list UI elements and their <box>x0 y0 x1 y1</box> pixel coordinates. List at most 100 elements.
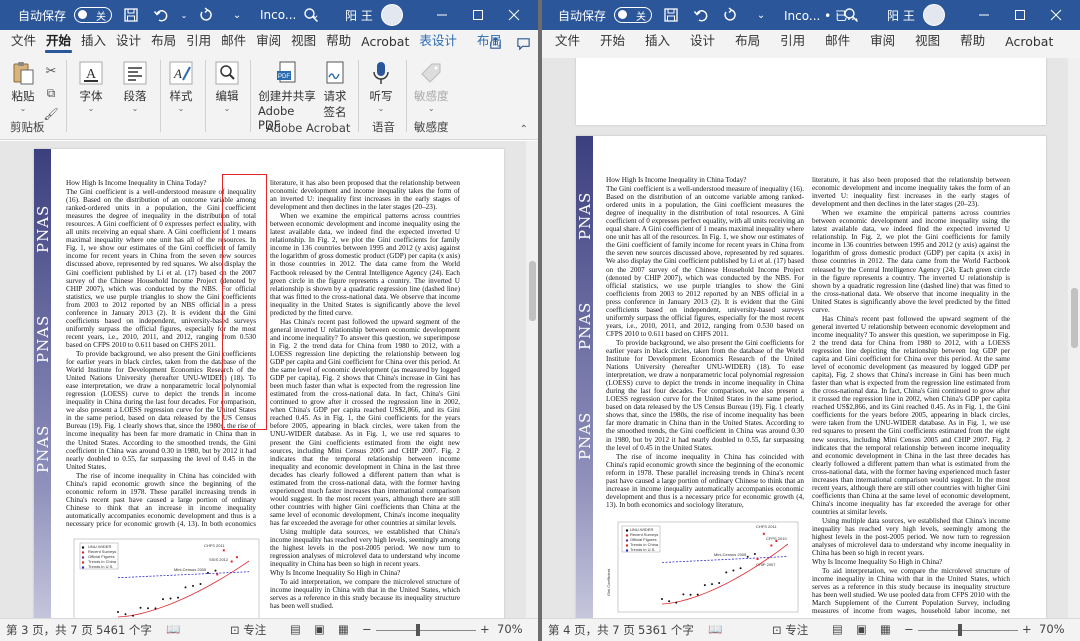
tab-home[interactable]: 开始 <box>41 30 76 54</box>
find-icon <box>212 58 242 88</box>
tab-references[interactable]: 引用 <box>181 30 216 54</box>
tab-insert[interactable]: 插入 <box>76 30 111 54</box>
tab-mailings[interactable]: 邮件 <box>820 30 855 54</box>
minimize-icon[interactable] <box>966 0 1002 30</box>
request-signature-button[interactable]: 请求 签名 <box>320 58 350 120</box>
save-icon[interactable] <box>120 4 142 26</box>
avatar[interactable] <box>922 4 945 26</box>
sensitivity-button[interactable]: 敏感度 ⌄ <box>414 58 449 113</box>
tab-layout[interactable]: 布局 <box>146 30 181 54</box>
save-icon[interactable] <box>660 4 682 26</box>
tab-review[interactable]: 审阅 <box>865 30 900 54</box>
word-count[interactable]: 5461 个字 <box>96 622 152 638</box>
tab-design[interactable]: 设计 <box>685 30 720 54</box>
autosave-toggle[interactable]: 关 <box>74 7 113 23</box>
cut-icon[interactable]: ✂ <box>40 60 62 82</box>
paragraph-button[interactable]: 段落 ⌄ <box>120 58 150 113</box>
copy-icon[interactable]: ⧉ <box>40 82 62 104</box>
close-icon[interactable] <box>496 0 532 30</box>
document-title[interactable]: Inco... <box>260 8 296 22</box>
tab-mailings[interactable]: 邮件 <box>216 30 251 54</box>
tab-design[interactable]: 设计 <box>111 30 146 54</box>
minimize-icon[interactable] <box>424 0 460 30</box>
styles-icon: A <box>166 58 196 88</box>
zoom-out-button[interactable]: − <box>904 622 914 636</box>
tab-file[interactable]: 文件 <box>6 30 41 54</box>
tab-insert[interactable]: 插入 <box>640 30 675 54</box>
focus-mode-button[interactable]: ⊡ 专注 <box>772 622 808 638</box>
us-trend-line <box>117 571 250 579</box>
editing-button[interactable]: 编辑 ⌄ <box>212 58 242 113</box>
tab-references[interactable]: 引用 <box>775 30 810 54</box>
maximize-icon[interactable] <box>1002 0 1038 30</box>
search-icon[interactable] <box>840 4 862 26</box>
zoom-slider[interactable] <box>376 630 476 631</box>
font-button[interactable]: A 字体 ⌄ <box>76 58 106 113</box>
vertical-scrollbar[interactable] <box>1068 58 1080 618</box>
web-layout-icon[interactable]: ▦ <box>880 622 891 636</box>
legend-swatch <box>81 561 85 564</box>
tab-help[interactable]: 帮助 <box>321 30 356 54</box>
close-icon[interactable] <box>1038 0 1074 30</box>
zoom-in-button[interactable]: + <box>1022 622 1032 636</box>
wider-point <box>711 583 713 586</box>
tab-layout[interactable]: 布局 <box>730 30 765 54</box>
zoom-level[interactable]: 70% <box>497 622 523 636</box>
right-column: literature, it has also been proposed th… <box>270 179 460 611</box>
read-mode-icon[interactable]: ▤ <box>832 622 843 636</box>
share-icon[interactable] <box>486 34 504 52</box>
group-label-acrobat: Adobe Acrobat <box>266 121 351 135</box>
zoom-level[interactable]: 70% <box>1039 622 1065 636</box>
avatar[interactable] <box>380 4 403 26</box>
zoom-out-button[interactable]: − <box>362 622 372 636</box>
undo-dropdown-icon[interactable]: ⌄ <box>180 4 188 26</box>
svg-text:A: A <box>86 67 97 82</box>
status-bar: 第 3 页，共 7 页 5461 个字 📖 ⊡ 专注 ▤ ▣ ▦ − + 70% <box>0 618 538 641</box>
paste-button[interactable]: 粘贴 ⌄ <box>8 58 38 113</box>
read-mode-icon[interactable]: ▤ <box>290 622 301 636</box>
autosave-label: 自动保存 <box>558 8 607 23</box>
undo-icon[interactable] <box>690 4 712 26</box>
tab-view[interactable]: 视图 <box>910 30 945 54</box>
focus-mode-button[interactable]: ⊡ 专注 <box>230 622 266 638</box>
zoom-slider-thumb[interactable] <box>416 624 420 636</box>
print-layout-icon[interactable]: ▣ <box>856 622 867 636</box>
web-layout-icon[interactable]: ▦ <box>338 622 349 636</box>
styles-button[interactable]: A 样式 ⌄ <box>166 58 196 113</box>
proofing-icon[interactable]: 📖 <box>166 622 180 636</box>
tab-table-design[interactable]: 表设计 <box>414 30 462 54</box>
zoom-in-button[interactable]: + <box>480 622 490 636</box>
tab-view[interactable]: 视图 <box>286 30 321 54</box>
redo-icon[interactable] <box>196 4 218 26</box>
tab-home[interactable]: 开始 <box>595 30 630 54</box>
customize-toolbar-icon[interactable]: ⌄ <box>226 4 248 26</box>
collapse-ribbon-icon[interactable]: ⌃ <box>520 124 528 135</box>
comments-icon[interactable] <box>514 34 532 52</box>
undo-icon[interactable] <box>150 4 172 26</box>
tab-help[interactable]: 帮助 <box>955 30 990 54</box>
wider-point <box>184 586 187 589</box>
legend-swatch <box>81 546 85 549</box>
customize-toolbar-icon[interactable]: ⌄ <box>750 4 772 26</box>
dictate-button[interactable]: 听写 ⌄ <box>366 58 396 113</box>
page-count[interactable]: 第 3 页，共 7 页 <box>6 622 93 638</box>
tab-acrobat[interactable]: Acrobat <box>1000 30 1058 54</box>
search-icon[interactable] <box>300 4 322 26</box>
zoom-slider-thumb[interactable] <box>958 624 962 636</box>
chart-svg: UNU-WIDER Recent Surveys Official Figure… <box>606 521 799 613</box>
ribbon: 粘贴 ⌄ ✂ ⧉ 🖌 剪贴板 A 字体 ⌄ 段落 ⌄ A 样式 ⌄ 编辑 ⌄ PDF 创建… <box>0 54 538 140</box>
title-bar: 自动保存 关 ⌄ ⌄ Inco... ⌄ 阳 王 <box>0 0 538 30</box>
tab-acrobat[interactable]: Acrobat <box>356 30 414 54</box>
vertical-scrollbar[interactable] <box>526 141 538 618</box>
tab-review[interactable]: 审阅 <box>251 30 286 54</box>
word-count[interactable]: 5361 个字 <box>638 622 694 638</box>
maximize-icon[interactable] <box>460 0 496 30</box>
autosave-toggle[interactable]: 关 <box>614 7 653 23</box>
page-count[interactable]: 第 4 页，共 7 页 <box>548 622 635 638</box>
tab-file[interactable]: 文件 <box>550 30 585 54</box>
zoom-slider[interactable] <box>918 630 1018 631</box>
wider-point <box>746 555 749 558</box>
redo-icon[interactable] <box>720 4 742 26</box>
proofing-icon[interactable]: 📖 <box>708 622 722 636</box>
print-layout-icon[interactable]: ▣ <box>314 622 325 636</box>
